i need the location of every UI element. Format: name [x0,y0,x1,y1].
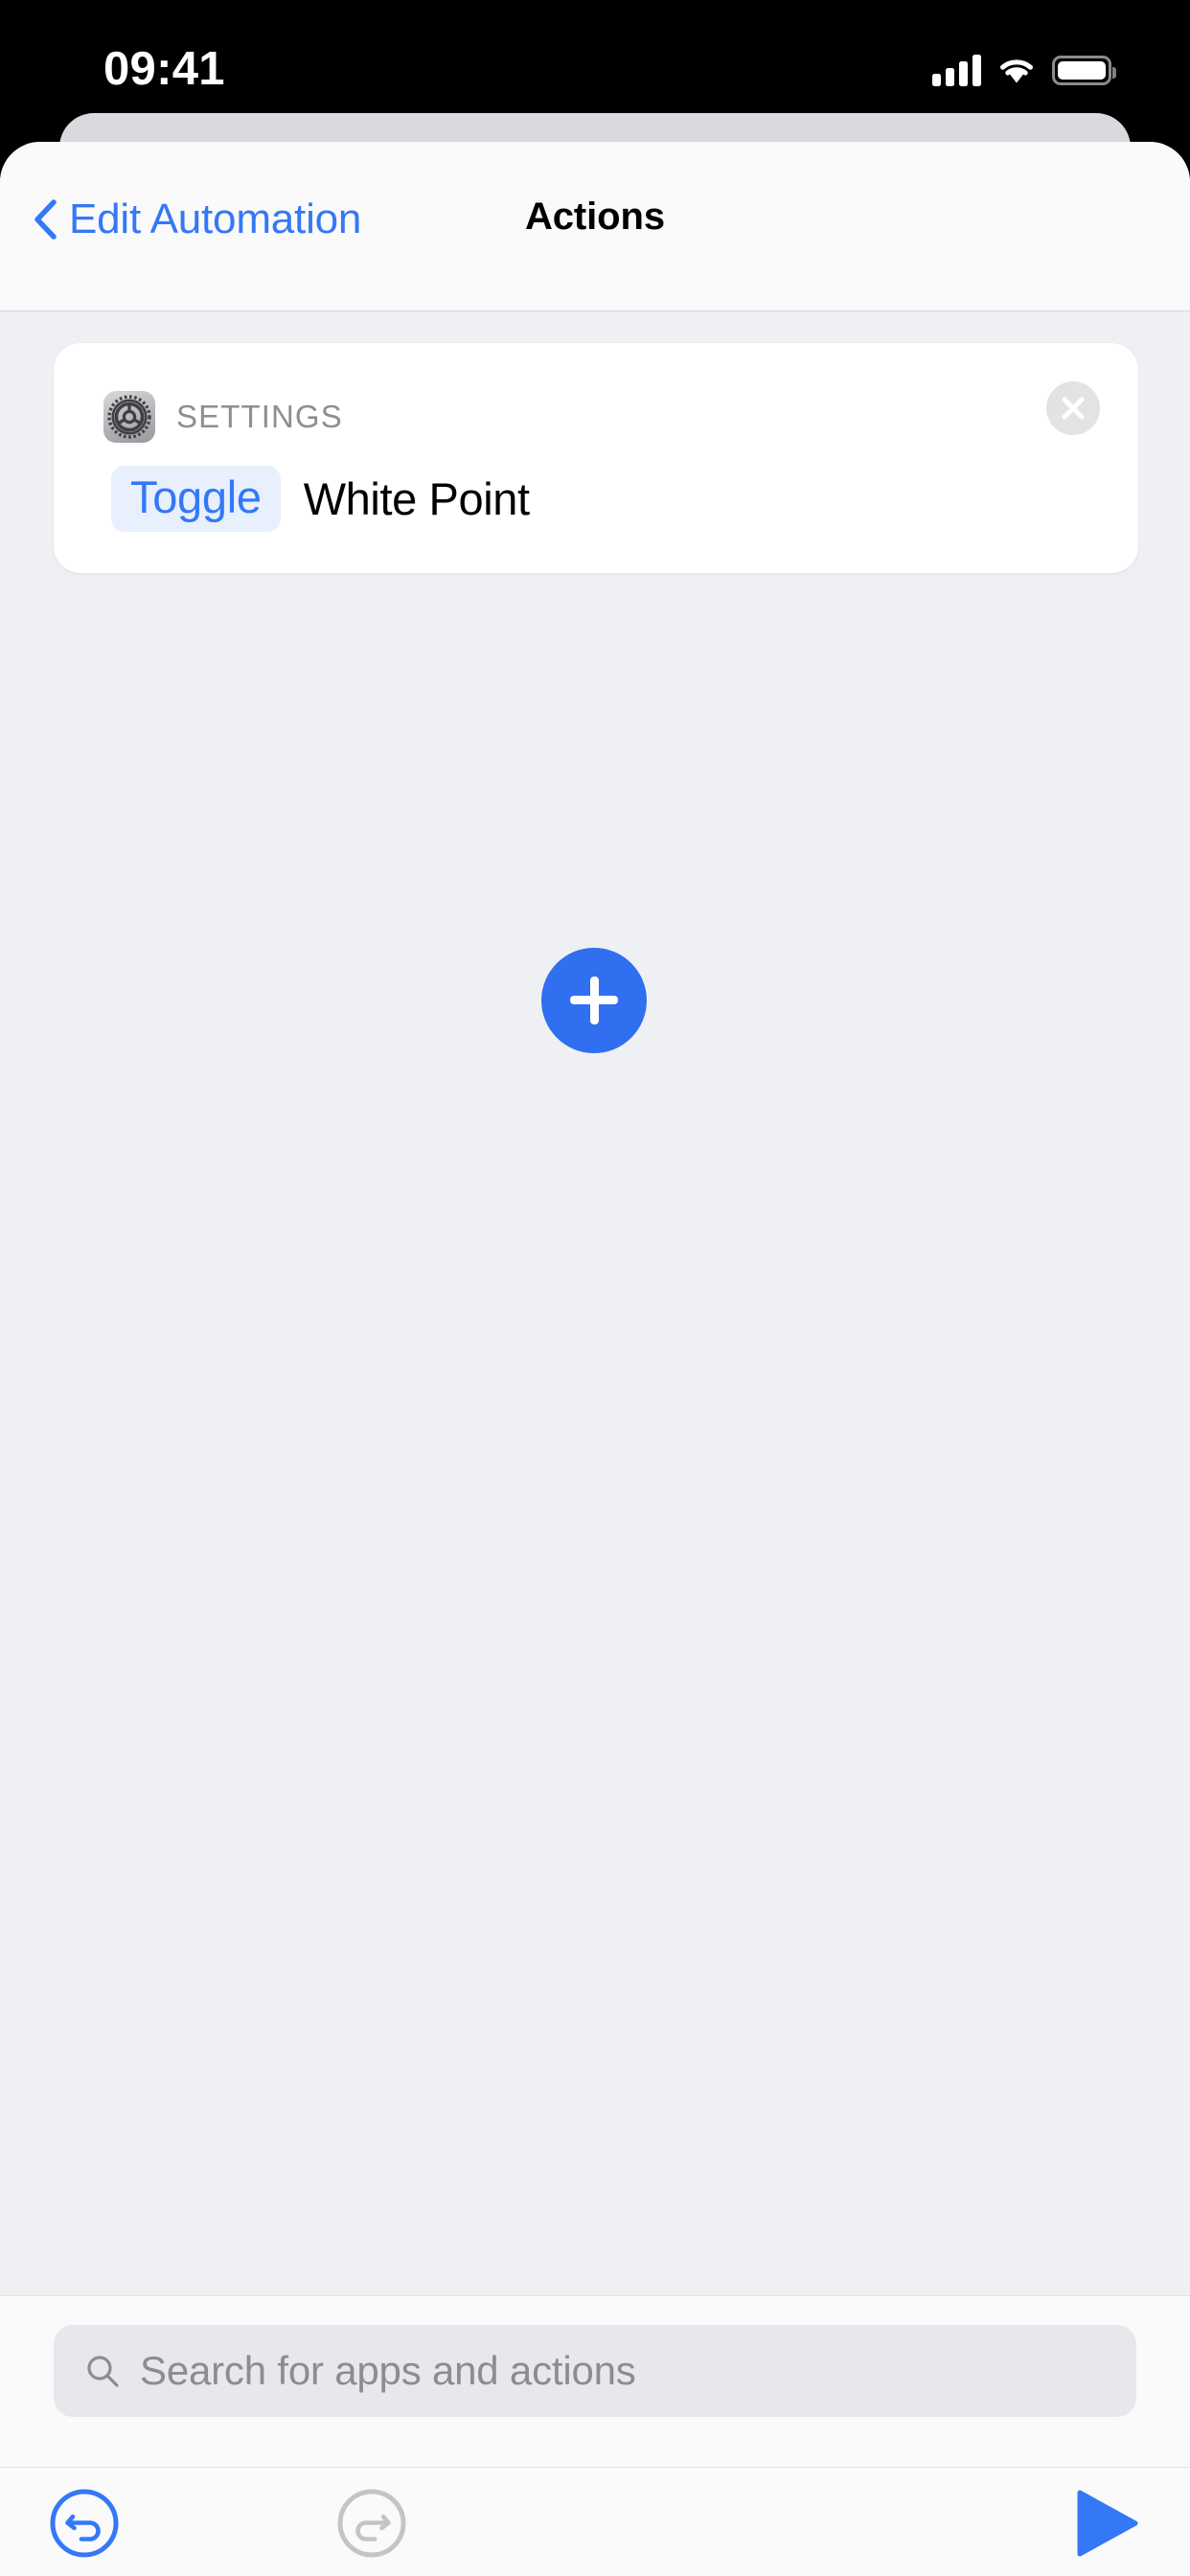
action-card-label: White Point [303,473,530,524]
wifi-icon [996,55,1037,85]
settings-app-icon [103,391,155,443]
action-card-body: Toggle White Point [111,466,530,532]
actions-sheet: Edit Automation Actions SETTINGS Toggle … [0,142,1190,2576]
add-action-button[interactable] [541,948,647,1053]
battery-icon [1052,55,1116,85]
action-parameter-toggle[interactable]: Toggle [111,466,281,532]
navigation-bar: Edit Automation Actions [0,142,1190,311]
action-card-header: SETTINGS [103,391,343,443]
run-button[interactable] [1068,2487,1143,2560]
close-circle-icon[interactable] [1046,381,1100,435]
action-card-toggle-white-point[interactable]: SETTINGS Toggle White Point [54,343,1138,573]
search-section [0,2295,1190,2468]
search-bar[interactable] [54,2325,1136,2417]
action-card-app-name: SETTINGS [176,399,343,434]
page-title: Actions [525,196,665,238]
search-input[interactable] [140,2348,1106,2394]
search-icon [84,2353,121,2389]
undo-button[interactable] [48,2487,121,2560]
status-bar: 09:41 [0,0,1190,139]
bottom-toolbar [0,2468,1190,2576]
redo-button[interactable] [335,2487,408,2560]
redo-circle-icon [335,2487,408,2560]
undo-circle-icon [48,2487,121,2560]
status-bar-time: 09:41 [103,43,225,95]
phone-screen: 09:41 Edit Automation Actions SETTINGS T… [0,0,1190,2576]
cellular-signal-icon [932,54,981,86]
shortcut-canvas: SETTINGS Toggle White Point [0,311,1190,2295]
play-icon [1068,2487,1143,2560]
status-bar-indicators [932,44,1116,96]
